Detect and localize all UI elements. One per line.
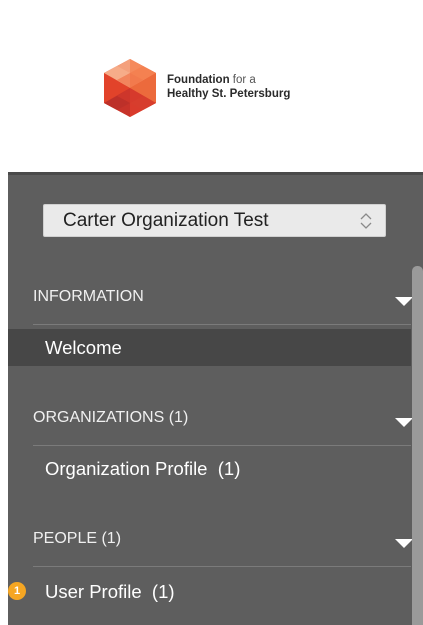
foundation-logo[interactable]: Foundation for a Healthy St. Petersburg [103, 56, 323, 120]
hexagon-logo-icon [104, 59, 156, 117]
select-arrows-icon [360, 213, 372, 229]
logo-name-light: for a [229, 74, 256, 86]
caret-down-icon[interactable] [395, 539, 413, 548]
logo-name-bold: Foundation [167, 74, 230, 86]
section-title-people[interactable]: PEOPLE (1) [33, 530, 121, 548]
sidebar-scrollbar[interactable] [412, 266, 423, 625]
nav-item-label: Welcome [45, 336, 122, 358]
organization-select[interactable]: Carter Organization Test [43, 204, 386, 237]
section-title-organizations[interactable]: ORGANIZATIONS (1) [33, 409, 188, 427]
section-title-information[interactable]: INFORMATION [33, 288, 144, 306]
sidebar-top-edge [8, 172, 423, 175]
section-divider [33, 324, 411, 325]
nav-item-label: User Profile (1) [45, 580, 175, 602]
nav-item-label: Organization Profile (1) [45, 457, 241, 479]
section-divider [33, 445, 411, 446]
header: Foundation for a Healthy St. Petersburg [0, 0, 423, 172]
nav-item-organization-profile[interactable]: Organization Profile (1) [8, 450, 411, 487]
nav-item-user-profile[interactable]: 1 User Profile (1) [8, 573, 411, 610]
caret-down-icon[interactable] [395, 418, 413, 427]
caret-down-icon[interactable] [395, 297, 413, 306]
nav-item-welcome[interactable]: Welcome [8, 329, 411, 366]
sidebar: Carter Organization Test INFORMATION Wel… [8, 172, 423, 625]
section-divider [33, 566, 411, 567]
organization-select-value: Carter Organization Test [63, 209, 269, 231]
logo-wordmark: Foundation for a Healthy St. Petersburg [167, 73, 290, 101]
logo-name-line2: Healthy St. Petersburg [167, 88, 291, 100]
notification-badge: 1 [8, 582, 26, 600]
